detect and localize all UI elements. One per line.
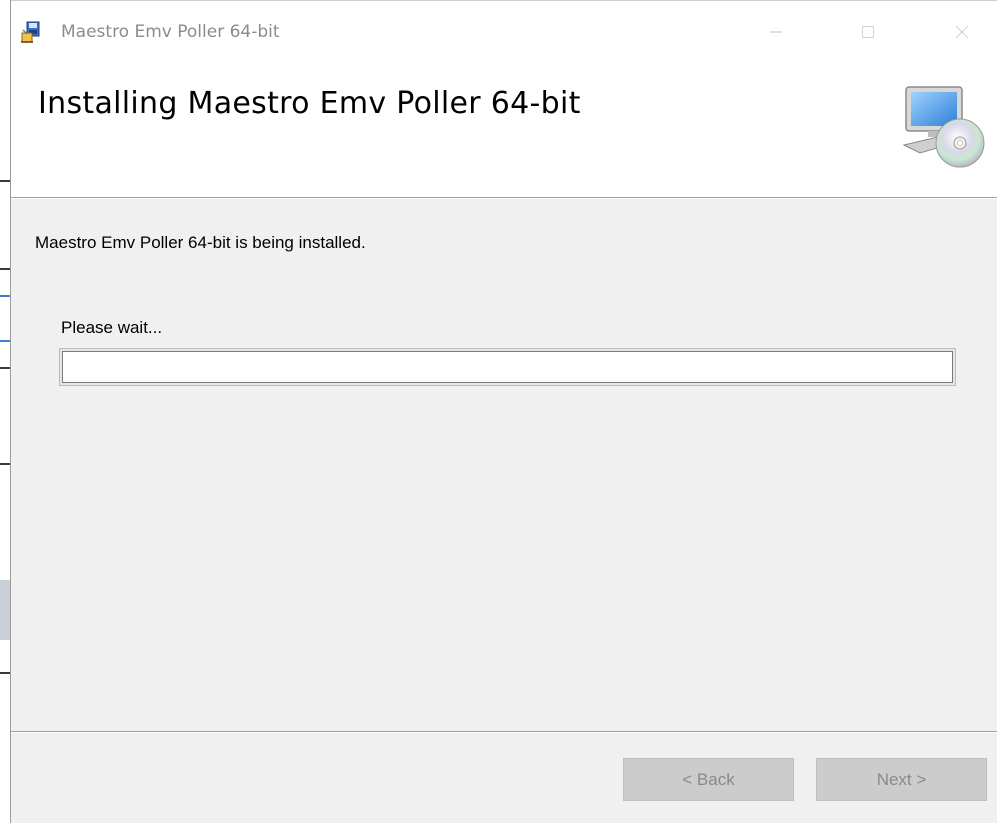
maximize-icon: [862, 26, 874, 38]
desktop-mark: [0, 672, 10, 674]
installer-app-icon: [21, 21, 40, 43]
page-title: Installing Maestro Emv Poller 64-bit: [38, 86, 581, 121]
close-icon: [955, 25, 969, 39]
maximize-button[interactable]: [845, 0, 891, 64]
desktop-mark: [0, 340, 10, 342]
back-button[interactable]: < Back: [623, 758, 794, 801]
desktop-mark: [0, 268, 10, 270]
desktop-mark: [0, 295, 10, 297]
window-title: Maestro Emv Poller 64-bit: [61, 22, 280, 42]
desktop-background: [0, 0, 10, 823]
computer-cd-icon: [902, 86, 985, 168]
header-divider-highlight: [11, 198, 997, 199]
install-status-text: Maestro Emv Poller 64-bit is being insta…: [35, 233, 366, 252]
progress-bar: [59, 348, 956, 386]
close-button[interactable]: [939, 0, 985, 64]
desktop-mark: [0, 367, 10, 369]
installer-window: Maestro Emv Poller 64-bit Installing Mae…: [10, 0, 997, 823]
desktop-mark: [0, 463, 10, 465]
desktop-mark: [0, 180, 10, 182]
next-button[interactable]: Next >: [816, 758, 987, 801]
desktop-mark: [0, 580, 10, 640]
installer-header: Installing Maestro Emv Poller 64-bit: [11, 66, 997, 197]
minimize-icon: [770, 31, 782, 33]
minimize-button[interactable]: [753, 0, 799, 64]
footer-divider-highlight: [11, 732, 997, 733]
title-bar[interactable]: Maestro Emv Poller 64-bit: [11, 0, 997, 66]
please-wait-label: Please wait...: [61, 318, 163, 337]
progress-track: [62, 351, 953, 383]
